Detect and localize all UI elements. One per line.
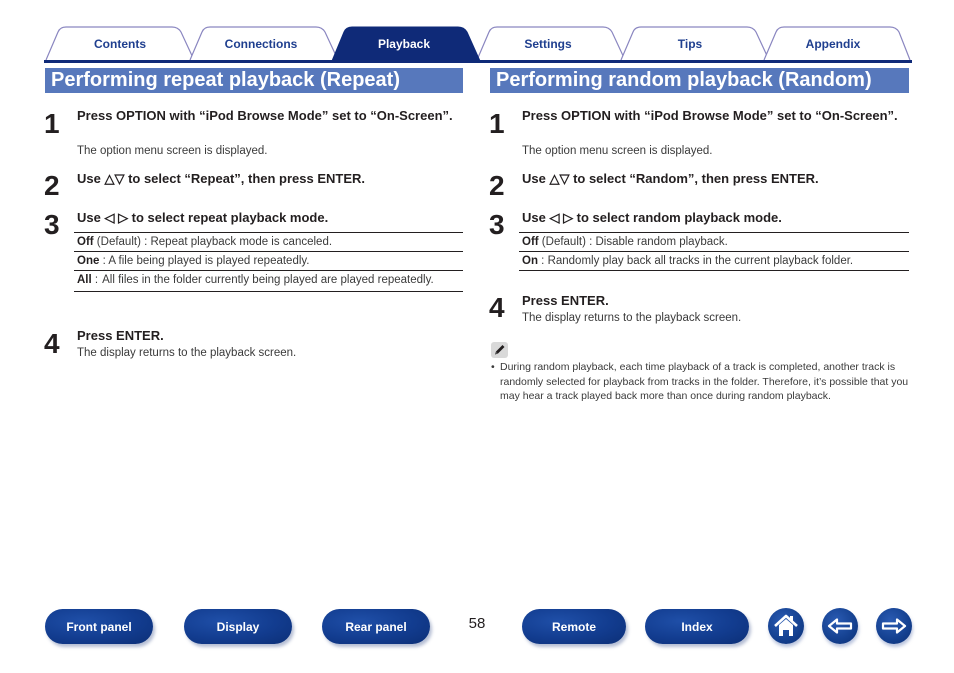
step-number-1: 1 xyxy=(44,108,60,139)
page-number: 58 xyxy=(468,615,486,632)
step-desc-1: The option menu screen is displayed. xyxy=(522,145,713,157)
tab-connections[interactable]: Connections xyxy=(201,37,321,51)
step-title-1: Press OPTION with “iPod Browse Mode” set… xyxy=(522,108,898,123)
step-number-3: 3 xyxy=(489,209,505,240)
tab-playback[interactable]: Playback xyxy=(344,37,464,51)
note-text: During random playback, each time playba… xyxy=(500,361,909,402)
step-number-1: 1 xyxy=(489,108,505,139)
tab-contents[interactable]: Contents xyxy=(60,37,180,51)
option-text: (Default) : Repeat playback mode is canc… xyxy=(93,236,333,248)
step-number-3: 3 xyxy=(44,209,60,240)
home-icon xyxy=(774,614,798,636)
option-text: : A file being played is played repeated… xyxy=(99,255,310,267)
back-button[interactable] xyxy=(822,608,858,644)
random-options-table: Off (Default) : Disable random playback.… xyxy=(519,232,909,271)
display-button[interactable]: Display xyxy=(184,609,292,644)
home-button[interactable] xyxy=(768,608,804,644)
forward-button[interactable] xyxy=(876,608,912,644)
pencil-icon xyxy=(491,342,508,358)
option-sep: : xyxy=(91,274,99,286)
step-desc-4: The display returns to the playback scre… xyxy=(77,347,297,359)
option-text: All files in the folder currently being … xyxy=(102,274,434,286)
option-key: All xyxy=(77,274,92,286)
section-title-repeat: Performing repeat playback (Repeat) xyxy=(45,68,463,93)
remote-button[interactable]: Remote xyxy=(522,609,626,644)
repeat-options-table: Off (Default) : Repeat playback mode is … xyxy=(74,232,463,292)
step-number-2: 2 xyxy=(44,170,60,201)
step-number-4: 4 xyxy=(489,292,505,323)
step-title-2: Use △▽ to select “Random”, then press EN… xyxy=(522,171,819,186)
tab-appendix[interactable]: Appendix xyxy=(773,37,893,51)
rear-panel-button[interactable]: Rear panel xyxy=(322,609,430,644)
note: • During random playback, each time play… xyxy=(491,360,909,404)
forward-arrow-icon xyxy=(881,618,907,634)
note-bullet: • xyxy=(491,361,495,373)
step-desc-1: The option menu screen is displayed. xyxy=(77,145,268,157)
tab-settings[interactable]: Settings xyxy=(488,37,608,51)
option-key: Off xyxy=(77,236,94,248)
option-row-off: Off (Default) : Repeat playback mode is … xyxy=(74,233,463,252)
step-number-4: 4 xyxy=(44,328,60,359)
option-row-off: Off (Default) : Disable random playback. xyxy=(519,233,909,252)
back-arrow-icon xyxy=(827,618,853,634)
step-title-3: Use ◁ ▷ to select random playback mode. xyxy=(522,210,782,225)
step-title-4: Press ENTER. xyxy=(77,328,164,343)
section-title-random: Performing random playback (Random) xyxy=(490,68,909,93)
option-key: On xyxy=(522,255,538,267)
option-row-on: On : Randomly play back all tracks in th… xyxy=(519,252,909,271)
option-row-one: One : A file being played is played repe… xyxy=(74,252,463,271)
step-title-4: Press ENTER. xyxy=(522,293,609,308)
chapter-tab-bar: Contents Connections Playback Settings T… xyxy=(44,26,912,62)
option-key: Off xyxy=(522,236,539,248)
step-desc-4: The display returns to the playback scre… xyxy=(522,312,742,324)
tab-tips[interactable]: Tips xyxy=(630,37,750,51)
step-title-2: Use △▽ to select “Repeat”, then press EN… xyxy=(77,171,366,186)
option-row-all: All : All files in the folder currently … xyxy=(74,271,463,292)
index-button[interactable]: Index xyxy=(645,609,749,644)
step-title-1: Press OPTION with “iPod Browse Mode” set… xyxy=(77,108,453,123)
front-panel-button[interactable]: Front panel xyxy=(45,609,153,644)
option-text: : Randomly play back all tracks in the c… xyxy=(537,255,854,267)
option-text: (Default) : Disable random playback. xyxy=(538,236,728,248)
option-key: One xyxy=(77,255,100,267)
tab-bar-rule xyxy=(44,60,912,63)
step-title-3: Use ◁ ▷ to select repeat playback mode. xyxy=(77,210,329,225)
step-number-2: 2 xyxy=(489,170,505,201)
